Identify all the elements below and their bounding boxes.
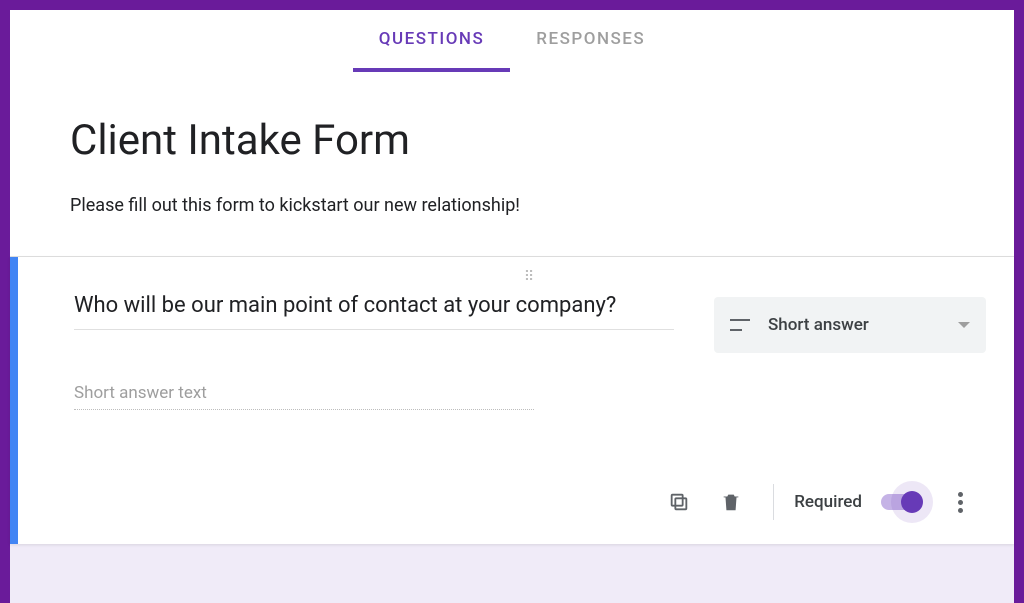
required-label: Required [794,492,862,512]
required-toggle[interactable] [870,480,930,524]
more-options-button[interactable] [938,480,982,524]
footer-divider [773,484,774,520]
question-card[interactable]: ⠿ Who will be our main point of contact … [10,257,1014,544]
delete-button[interactable] [709,480,753,524]
answer-preview: Short answer text [74,383,534,410]
trash-icon [720,491,742,513]
question-text-container: Who will be our main point of contact at… [74,291,674,330]
tab-responses[interactable]: RESPONSES [510,10,671,72]
more-vertical-icon [958,492,963,513]
form-description[interactable]: Please fill out this form to kickstart o… [70,195,954,216]
form-header-card[interactable]: Client Intake Form Please fill out this … [10,72,1014,257]
drag-handle-icon[interactable]: ⠿ [74,273,986,281]
question-text-input[interactable]: Who will be our main point of contact at… [74,291,674,330]
form-editor: QUESTIONS RESPONSES Client Intake Form P… [10,10,1014,603]
copy-icon [668,491,690,513]
short-answer-icon [730,319,750,331]
form-title[interactable]: Client Intake Form [70,116,954,165]
tabs-bar: QUESTIONS RESPONSES [10,10,1014,72]
tab-questions[interactable]: QUESTIONS [353,10,510,72]
dropdown-label: Short answer [768,315,958,335]
duplicate-button[interactable] [657,480,701,524]
question-footer: Required [74,460,986,544]
question-type-dropdown[interactable]: Short answer [714,297,986,353]
chevron-down-icon [958,322,970,328]
question-row: Who will be our main point of contact at… [74,291,986,353]
